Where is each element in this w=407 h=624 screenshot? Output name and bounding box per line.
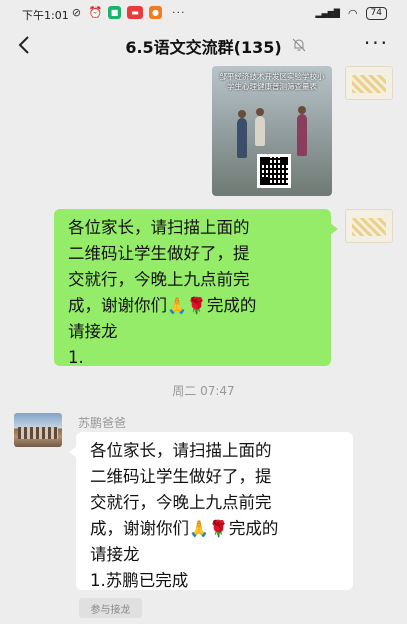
message-text: 成，谢谢你们🙏🌹完成的 — [68, 296, 257, 315]
chat-header: 6.5语文交流群(135) ··· — [0, 28, 407, 62]
message-text: 二维码让学生做好了，提 — [68, 244, 250, 263]
avatar[interactable] — [345, 66, 393, 100]
rose-icon: 🌹 — [186, 296, 207, 315]
timestamp: 周二 07:47 — [172, 384, 235, 398]
avatar[interactable] — [14, 413, 62, 447]
message-bubble-self[interactable]: 各位家长，请扫描上面的 二维码让学生做好了，提 交就行，今晚上九点前完 成，谢谢… — [54, 209, 338, 367]
poster-image-message[interactable]: 邹平经济技术开发区实验学校小学生心理健康普测筛查量表 — [212, 66, 332, 196]
avatar[interactable] — [345, 209, 393, 243]
bell-off-icon — [292, 38, 306, 52]
message-text: 交就行，今晚上九点前完 — [90, 493, 272, 512]
message-text: 请接龙 — [68, 322, 118, 341]
app-icon: ▬ — [127, 6, 143, 19]
message-text: 成，谢谢你们🙏🌹完成的 — [90, 519, 279, 538]
message-text: 请接龙 — [90, 545, 140, 564]
status-bar: 下午1:01 ⊘ ⏰ ■ ▬ ● ··· ▂▄▆█ ◠ 74 — [0, 0, 407, 28]
more-options-icon[interactable]: ··· — [364, 33, 389, 53]
praying-hands-icon: 🙏 — [189, 519, 209, 538]
rose-icon: 🌹 — [208, 519, 229, 538]
wifi-icon: ◠ — [347, 7, 358, 20]
notification-icons: ⊘ ⏰ ■ ▬ ● ··· — [70, 6, 186, 19]
status-right: ▂▄▆█ ◠ 74 — [315, 7, 387, 20]
join-jielong-button[interactable]: 参与接龙 — [79, 598, 142, 618]
alarm-icon: ⏰ — [88, 6, 103, 19]
mute-status-icon: ⊘ — [71, 6, 82, 19]
message-text: 各位家长，请扫描上面的 — [90, 441, 272, 460]
sender-name: 苏鹏爸爸 — [78, 416, 127, 430]
praying-hands-icon: 🙏 — [167, 296, 187, 315]
chat-title: 6.5语文交流群(135) — [125, 38, 282, 57]
poster-title: 邹平经济技术开发区实验学校小学生心理健康普测筛查量表 — [219, 72, 325, 91]
message-text: 1.苏鹏已完成 — [90, 571, 189, 590]
message-bubble-other[interactable]: 各位家长，请扫描上面的 二维码让学生做好了，提 交就行，今晚上九点前完 成，谢谢… — [69, 432, 353, 590]
message-text: 二维码让学生做好了，提 — [90, 467, 272, 486]
battery-icon: 74 — [365, 7, 387, 20]
signal-icon: ▂▄▆█ — [315, 9, 340, 18]
message-text: 1. — [68, 348, 84, 367]
message-text: 交就行，今晚上九点前完 — [68, 270, 250, 289]
qr-code — [257, 154, 291, 188]
status-time: 下午1:01 — [22, 9, 69, 22]
message-text: 各位家长，请扫描上面的 — [68, 218, 250, 237]
app-icon: ● — [149, 6, 162, 19]
app-icon: ■ — [108, 6, 121, 19]
more-notifications-icon: ··· — [172, 6, 186, 19]
